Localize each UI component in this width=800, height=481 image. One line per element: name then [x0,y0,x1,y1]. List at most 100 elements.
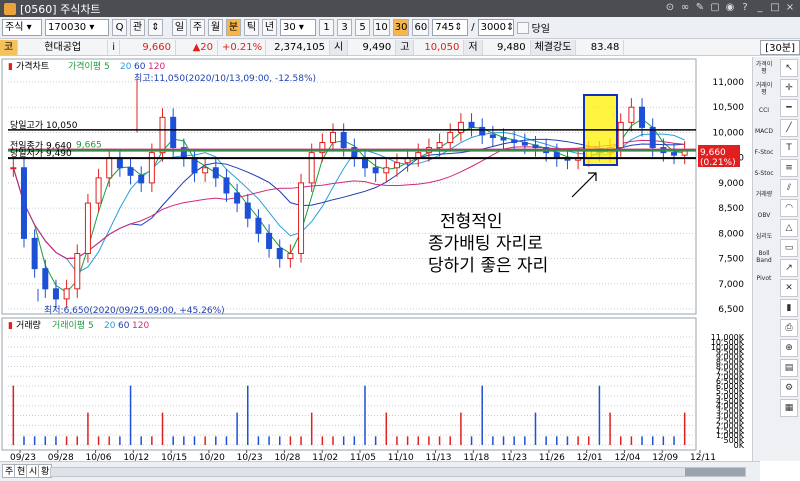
indicator-item[interactable]: 거래량 [754,184,774,204]
period-minute-button[interactable]: 분 [226,19,241,36]
high-price: 10,050 [414,39,465,55]
zoom-tool-icon[interactable]: ⊕ [780,339,798,357]
stock-name[interactable]: 현대공업 [18,39,109,55]
indicator-item[interactable]: CCI [754,100,774,120]
trendline-tool-icon[interactable]: ╱ [780,119,798,137]
candle-body [617,121,624,149]
app-icon [4,2,16,15]
candle-body [372,167,379,174]
period-month-button[interactable]: 월 [208,19,223,36]
screenshot-icon[interactable]: ◉ [724,2,736,14]
window-titlebar: [0560] 주식차트 ⊙ ∞ ✎ ▢ ◉ ? _ □ × [0,0,800,17]
indicator-item[interactable]: S-Stoc [754,163,774,183]
config-tool-icon[interactable]: ⚙ [780,379,798,397]
high-note: 최고:11,050(2020/10/13,09:00, -12.58%) [134,73,316,84]
crosshair-tool-icon[interactable]: ✛ [780,79,798,97]
interval-select[interactable]: 30 ▾ [280,19,316,36]
candle-body [415,152,422,159]
hline-tool-icon[interactable]: ━ [780,99,798,117]
interval-10-button[interactable]: 10 [373,19,390,36]
channel-tool-icon[interactable]: ⫽ [780,179,798,197]
arc-tool-icon[interactable]: ◠ [780,199,798,217]
interval-30-button[interactable]: 30 [392,19,410,36]
count-divider: / [471,22,475,33]
restore-icon[interactable]: ▢ [709,2,721,14]
market-select[interactable]: 주식 ▾ [2,19,42,36]
current-price: 9,660 [120,39,176,55]
indicator-item[interactable]: Pivot [754,268,774,288]
price-axis: 11,00010,50010,0009,5009,0008,5008,0007,… [713,78,745,315]
interval-60-button[interactable]: 60 [412,19,430,36]
stock-code-input[interactable]: 170030 ▾ [45,19,109,36]
link-icon[interactable]: ∞ [679,2,691,14]
help-icon[interactable]: ? [739,2,751,14]
triangle-tool-icon[interactable]: △ [780,219,798,237]
rect-tool-icon[interactable]: ▭ [780,239,798,257]
low-note: 최저:6,650(2020/09/25,09:00, +45.26%) [44,305,225,316]
chart-tool-icon[interactable]: ▤ [780,359,798,377]
bar-tool-icon[interactable]: ▮ [780,299,798,317]
indicator-item[interactable]: 가격이평 [754,58,774,78]
candle-body [383,167,390,174]
date-label: 12/09 [652,453,678,461]
price-legend-marker: ▮ [8,62,13,72]
candle-body [553,152,560,159]
text-tool-icon[interactable]: T [780,139,798,157]
print-tool-icon[interactable]: ⎙ [780,319,798,337]
candle-body [10,167,17,170]
sameday-label: 당일 [531,24,550,35]
price-legend-ma: 가격이평 5 [68,60,110,72]
maximize-icon[interactable]: □ [769,2,781,14]
indicator-item[interactable]: F-Stoc [754,142,774,162]
candle-body [202,167,209,174]
candle-body [511,139,518,144]
close-icon[interactable]: × [784,2,796,14]
pin-icon[interactable]: ⊙ [664,2,676,14]
price-legend-ma60: 60 [134,62,146,72]
chart-area[interactable]: 11,00010,50010,0009,5009,0008,5008,0007,… [0,57,760,463]
day-low-line-label: 당일저가 9,490 [10,148,72,159]
settings-icon[interactable]: ✎ [694,2,706,14]
candle-body [234,192,241,204]
bottom-bar: 주 현 시 황 [0,461,760,481]
interval-3-button[interactable]: 3 [337,19,352,36]
up-down-stepper[interactable]: ⇕ [148,19,163,36]
date-label: 10/28 [274,453,300,461]
volume-legend-ma60: 60 [118,321,130,331]
indicator-item[interactable]: 심리도 [754,226,774,246]
arrow-tool-icon[interactable]: ↗ [780,259,798,277]
strength-value: 83.48 [576,39,625,55]
watchlist-button[interactable]: 관 [130,19,145,36]
indicator-item[interactable]: OBV [754,205,774,225]
cursor-tool-icon[interactable]: ↖ [780,59,798,77]
indicator-item[interactable]: MACD [754,121,774,141]
interval-1-button[interactable]: 1 [319,19,334,36]
candle-body [127,167,134,176]
candle-body [42,268,49,290]
scrollbar-thumb[interactable] [685,468,745,476]
price-tick-label: 10,500 [713,103,745,113]
indicator-item[interactable]: Boll Band [754,247,774,267]
count-input[interactable]: 745⇕ [432,19,469,36]
period-year-button[interactable]: 년 [262,19,277,36]
grid-tool-icon[interactable]: ▦ [780,399,798,417]
minimize-icon[interactable]: _ [754,2,766,14]
indicator-item[interactable]: 거래이평 [754,79,774,99]
candle-body [276,247,283,260]
info-icon[interactable]: i [108,39,120,55]
date-label: 09/23 [10,453,36,461]
period-week-button[interactable]: 주 [190,19,205,36]
candle-body [266,232,273,249]
price-tick-label: 11,000 [713,78,745,88]
period-tick-button[interactable]: 틱 [244,19,259,36]
chart-scrollbar[interactable] [50,467,746,477]
sameday-checkbox[interactable] [516,21,529,34]
open-price: 9,490 [348,39,397,55]
total-input[interactable]: 3000⇕ [477,19,514,36]
chart-svg[interactable]: 11,00010,50010,0009,5009,0008,5008,0007,… [0,57,760,463]
search-icon[interactable]: Q [112,19,127,36]
interval-5-button[interactable]: 5 [355,19,370,36]
period-day-button[interactable]: 일 [172,19,187,36]
fibo-tool-icon[interactable]: ≡ [780,159,798,177]
delete-tool-icon[interactable]: ✕ [780,279,798,297]
